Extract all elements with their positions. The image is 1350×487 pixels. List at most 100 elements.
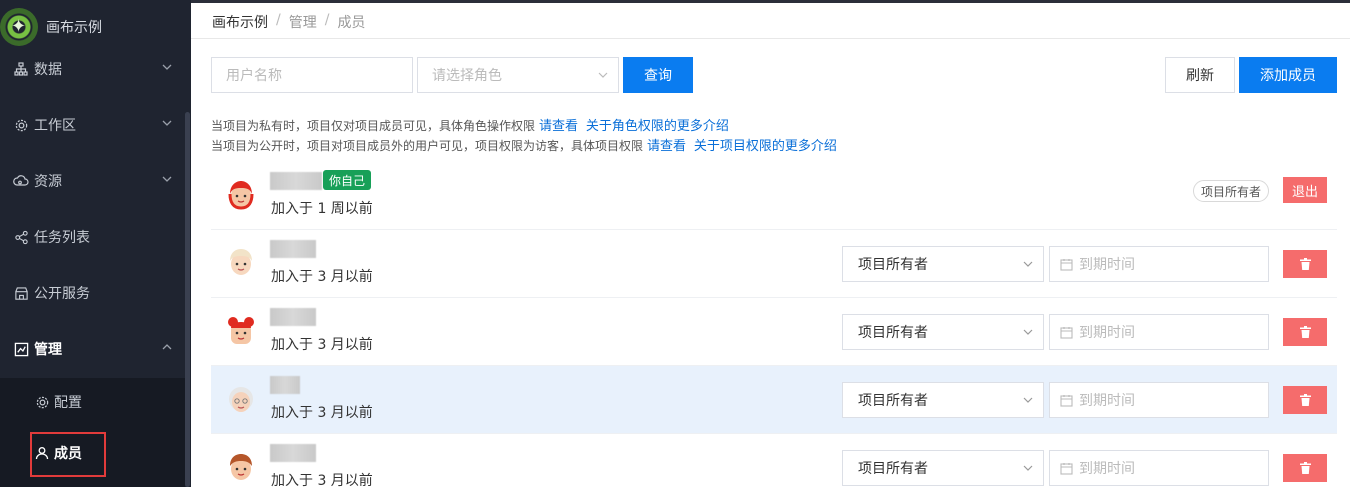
notice-public: 当项目为公开时，项目对项目成员外的用户可见，项目权限为访客，具体项目权限 请查看 … (211, 135, 837, 154)
role-select[interactable]: 请选择角色 (417, 57, 619, 93)
cloud-icon (12, 172, 30, 190)
chevron-down-icon (162, 120, 172, 126)
expiry-date-input[interactable]: 到期时间 (1049, 246, 1269, 282)
delete-member-button[interactable] (1283, 250, 1327, 278)
expiry-date-placeholder: 到期时间 (1079, 461, 1135, 477)
chevron-down-icon (162, 176, 172, 182)
member-joined-time: 加入于 1 周以前 (271, 201, 373, 217)
sidebar-item-label: 数据 (34, 62, 62, 78)
member-role-value: 项目所有者 (858, 325, 928, 341)
sidebar-item-label: 资源 (34, 174, 62, 190)
chevron-down-icon (1023, 329, 1033, 335)
data-tree-icon (12, 60, 30, 78)
avatar (229, 387, 253, 412)
member-name-blurred (270, 444, 316, 462)
calendar-icon (1060, 394, 1073, 407)
breadcrumb-separator: / (276, 12, 281, 28)
notice-text: 当项目为私有时，项目仅对项目成员可见，具体角色操作权限 (211, 119, 536, 133)
chart-box-icon (12, 340, 30, 358)
sidebar-item-public-services[interactable]: 公开服务 (0, 273, 191, 313)
add-member-button[interactable]: 添加成员 (1239, 57, 1337, 93)
member-name-blurred (270, 376, 300, 394)
sidebar-scrollbar[interactable] (185, 112, 190, 487)
selection-highlight-box (30, 432, 106, 477)
member-role-select[interactable]: 项目所有者 (842, 382, 1044, 418)
expiry-date-input[interactable]: 到期时间 (1049, 450, 1269, 486)
chevron-down-icon (1023, 261, 1033, 267)
sidebar-item-data[interactable]: 数据 (0, 49, 191, 89)
chevron-down-icon (1023, 397, 1033, 403)
notice-link-role-permissions[interactable]: 关于角色权限的更多介绍 (586, 119, 729, 134)
member-role-value: 项目所有者 (858, 393, 928, 409)
refresh-button[interactable]: 刷新 (1165, 57, 1235, 93)
chevron-down-icon (1023, 465, 1033, 471)
delete-member-button[interactable] (1283, 386, 1327, 414)
trash-icon (1299, 394, 1311, 406)
calendar-icon (1060, 462, 1073, 475)
trash-icon (1299, 326, 1311, 338)
delete-member-button[interactable] (1283, 454, 1327, 482)
delete-member-button[interactable] (1283, 318, 1327, 346)
role-badge: 项目所有者 (1193, 180, 1270, 202)
member-role-select[interactable]: 项目所有者 (842, 450, 1044, 486)
member-role-value: 项目所有者 (858, 461, 928, 477)
sidebar-subitem-label: 配置 (54, 395, 82, 411)
self-badge: 你自己 (323, 170, 372, 190)
notice-text: 当项目为公开时，项目对项目成员外的用户可见，项目权限为访客，具体项目权限 (211, 139, 644, 153)
avatar (228, 317, 254, 344)
sidebar: 画布示例 数据 工作区 资源 任务列表 公开服务 (0, 0, 191, 487)
member-role-select[interactable]: 项目所有者 (842, 246, 1044, 282)
share-nodes-icon (12, 228, 30, 246)
breadcrumb-separator: / (324, 12, 330, 28)
member-role-value: 项目所有者 (858, 257, 928, 273)
member-joined-time: 加入于 3 月以前 (271, 473, 373, 487)
member-row-hovered: 加入于 3 月以前 项目所有者 到期时间 (211, 366, 1337, 434)
member-row: 加入于 3 月以前 项目所有者 到期时间 (211, 434, 1337, 487)
app-title: 画布示例 (46, 20, 102, 36)
member-row: 你自己 加入于 1 周以前 项目所有者 退出 (211, 162, 1337, 230)
leave-button[interactable]: 退出 (1283, 177, 1327, 203)
role-placeholder: 请选择角色 (432, 68, 502, 84)
sidebar-item-label: 公开服务 (34, 286, 90, 302)
breadcrumb-item[interactable]: 管理 (289, 12, 317, 32)
notice-link-view[interactable]: 请查看 (647, 139, 686, 154)
trash-icon (1299, 258, 1311, 270)
gear-icon (12, 116, 30, 134)
expiry-date-placeholder: 到期时间 (1079, 257, 1135, 273)
username-input[interactable]: 用户名称 (211, 57, 413, 93)
sidebar-item-workspace[interactable]: 工作区 (0, 105, 191, 145)
brand[interactable]: 画布示例 (0, 8, 102, 46)
member-name-blurred (270, 240, 316, 258)
member-row: 加入于 3 月以前 项目所有者 到期时间 (211, 230, 1337, 298)
breadcrumb-item[interactable]: 画布示例 (212, 12, 268, 32)
member-role-select[interactable]: 项目所有者 (842, 314, 1044, 350)
trash-icon (1299, 462, 1311, 474)
sidebar-item-label: 任务列表 (34, 230, 90, 246)
sidebar-item-tasks[interactable]: 任务列表 (0, 217, 191, 257)
sidebar-item-resources[interactable]: 资源 (0, 161, 191, 201)
gear-icon (34, 394, 50, 410)
notice-link-view[interactable]: 请查看 (539, 119, 578, 134)
member-name-blurred (270, 172, 322, 190)
search-button[interactable]: 查询 (623, 57, 693, 93)
expiry-date-placeholder: 到期时间 (1079, 325, 1135, 341)
member-row: 加入于 3 月以前 项目所有者 到期时间 (211, 298, 1337, 366)
avatar (228, 181, 254, 210)
sidebar-item-label: 工作区 (34, 118, 76, 134)
calendar-icon (1060, 326, 1073, 339)
notice-link-project-permissions[interactable]: 关于项目权限的更多介绍 (694, 139, 837, 154)
chevron-down-icon (598, 72, 608, 78)
breadcrumb: 画布示例 / 管理 / 成员 (212, 12, 365, 32)
expiry-date-input[interactable]: 到期时间 (1049, 382, 1269, 418)
header-divider (191, 38, 1350, 39)
top-bar (191, 0, 1350, 3)
member-joined-time: 加入于 3 月以前 (271, 269, 373, 285)
app-logo (0, 8, 38, 46)
chevron-up-icon (162, 344, 172, 350)
chevron-down-icon (162, 64, 172, 70)
expiry-date-placeholder: 到期时间 (1079, 393, 1135, 409)
expiry-date-input[interactable]: 到期时间 (1049, 314, 1269, 350)
sidebar-subitem-config[interactable]: 配置 (0, 378, 185, 426)
sidebar-item-management[interactable]: 管理 (0, 329, 191, 369)
member-joined-time: 加入于 3 月以前 (271, 337, 373, 353)
